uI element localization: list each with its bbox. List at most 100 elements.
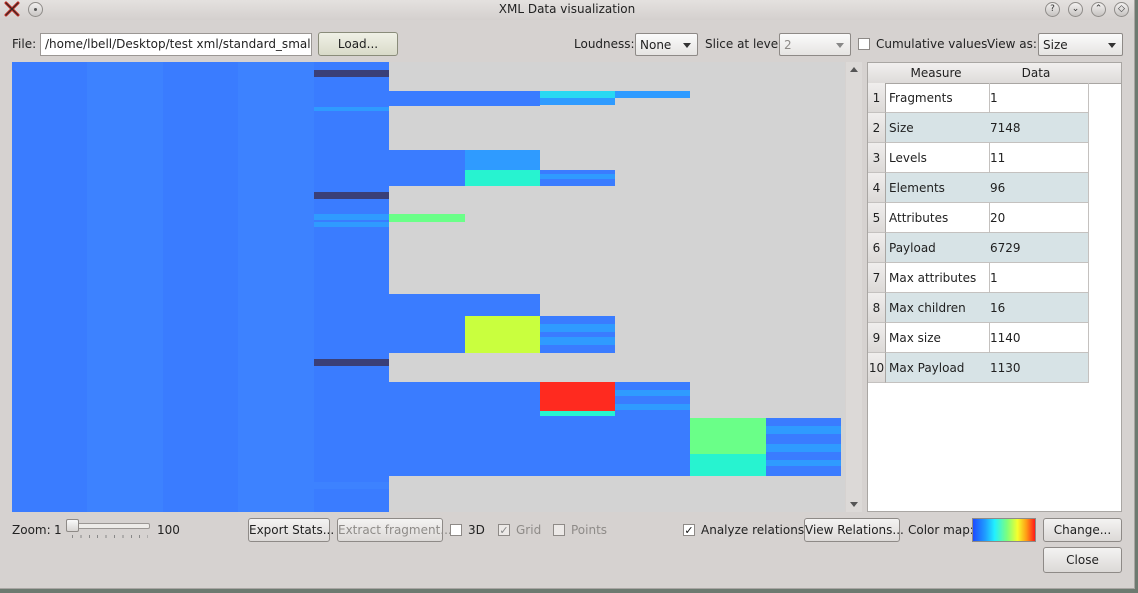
treemap-cell[interactable]: [766, 426, 841, 434]
data-cell[interactable]: 6729: [987, 233, 1089, 263]
treemap-cell[interactable]: [389, 214, 465, 222]
3d-checkbox[interactable]: [450, 524, 462, 536]
table-row[interactable]: 2 Size 7148: [868, 113, 1089, 143]
treemap-cell[interactable]: [766, 460, 841, 466]
row-number[interactable]: 2: [868, 113, 886, 143]
table-row[interactable]: 1 Fragments 1: [868, 83, 1089, 113]
treemap-cell[interactable]: [389, 382, 540, 416]
data-cell[interactable]: 96: [987, 173, 1089, 203]
treemap-cell[interactable]: [465, 170, 540, 186]
treemap-cell[interactable]: [540, 337, 615, 345]
table-row[interactable]: 10 Max Payload 1130: [868, 353, 1089, 383]
data-cell[interactable]: 20: [987, 203, 1089, 233]
row-number[interactable]: 8: [868, 293, 886, 323]
data-cell[interactable]: 1: [987, 263, 1089, 293]
extract-fragment-button[interactable]: Extract fragment...: [337, 518, 452, 542]
cumulative-checkbox[interactable]: [858, 38, 870, 50]
maximize-icon[interactable]: ⌃: [1091, 2, 1106, 17]
change-colormap-button[interactable]: Change...: [1043, 518, 1122, 542]
table-row[interactable]: 8 Max children 16: [868, 293, 1089, 323]
export-stats-button[interactable]: Export Stats...: [248, 518, 334, 542]
zoom-slider[interactable]: [68, 523, 150, 529]
treemap-cell[interactable]: [540, 98, 615, 105]
treemap-cell[interactable]: [690, 454, 766, 476]
restore-icon[interactable]: ◇: [1114, 2, 1129, 17]
data-cell[interactable]: 1: [987, 83, 1089, 113]
treemap-cell[interactable]: [314, 192, 389, 199]
data-cell[interactable]: 7148: [987, 113, 1089, 143]
data-cell[interactable]: 1130: [987, 353, 1089, 383]
treemap-cell[interactable]: [314, 77, 389, 92]
measure-cell[interactable]: Max children: [886, 293, 990, 323]
treemap-cell[interactable]: [540, 316, 615, 353]
treemap-cell[interactable]: [465, 316, 540, 353]
treemap-cell[interactable]: [465, 294, 540, 316]
measure-cell[interactable]: Max attributes: [886, 263, 990, 293]
treemap-cell[interactable]: [615, 382, 690, 416]
minimize-icon[interactable]: ⌄: [1068, 2, 1083, 17]
column-header-measure[interactable]: Measure: [886, 66, 986, 80]
load-button[interactable]: Load...: [318, 32, 398, 56]
points-checkbox[interactable]: [553, 524, 565, 536]
treemap-cell[interactable]: [615, 404, 690, 410]
view-as-select[interactable]: Size: [1038, 33, 1123, 56]
grid-checkbox[interactable]: ✓: [498, 524, 510, 536]
row-number[interactable]: 7: [868, 263, 886, 293]
measure-cell[interactable]: Max Payload: [886, 353, 990, 383]
table-row[interactable]: 5 Attributes 20: [868, 203, 1089, 233]
table-row[interactable]: 7 Max attributes 1: [868, 263, 1089, 293]
treemap-cell[interactable]: [766, 444, 841, 452]
treemap-cell[interactable]: [615, 91, 690, 98]
treemap-cell[interactable]: [389, 150, 465, 186]
measure-cell[interactable]: Fragments: [886, 83, 990, 113]
table-row[interactable]: 4 Elements 96: [868, 173, 1089, 203]
table-row[interactable]: 6 Payload 6729: [868, 233, 1089, 263]
help-icon[interactable]: ?: [1045, 2, 1060, 17]
treemap-cell[interactable]: [389, 91, 540, 98]
treemap-cell[interactable]: [314, 222, 389, 227]
data-cell[interactable]: 1140: [987, 323, 1089, 353]
vertical-scrollbar[interactable]: [846, 62, 862, 512]
measure-cell[interactable]: Levels: [886, 143, 990, 173]
row-number[interactable]: 10: [868, 353, 886, 383]
treemap-cell[interactable]: [615, 390, 690, 396]
treemap-cell[interactable]: [314, 359, 389, 366]
treemap-cell[interactable]: [389, 416, 690, 476]
treemap-cell[interactable]: [540, 91, 615, 98]
treemap-cell[interactable]: [540, 324, 615, 332]
scroll-down-icon[interactable]: [850, 502, 858, 507]
close-button[interactable]: Close: [1043, 547, 1122, 573]
row-number[interactable]: 4: [868, 173, 886, 203]
analyze-relations-checkbox[interactable]: ✓: [683, 524, 695, 536]
data-cell[interactable]: 11: [987, 143, 1089, 173]
view-relations-button[interactable]: View Relations...: [804, 518, 904, 542]
treemap-cell[interactable]: [314, 214, 389, 220]
data-cell[interactable]: 16: [987, 293, 1089, 323]
measure-cell[interactable]: Elements: [886, 173, 990, 203]
slice-level-select[interactable]: 2: [779, 33, 851, 56]
treemap-cell[interactable]: [314, 62, 389, 512]
measure-cell[interactable]: Max size: [886, 323, 990, 353]
treemap-cell[interactable]: [314, 70, 389, 77]
row-number[interactable]: 6: [868, 233, 886, 263]
table-row[interactable]: 3 Levels 11: [868, 143, 1089, 173]
treemap-cell[interactable]: [540, 174, 615, 179]
file-path-field[interactable]: /home/lbell/Desktop/test xml/standard_sm…: [40, 33, 312, 56]
measure-cell[interactable]: Payload: [886, 233, 990, 263]
row-number[interactable]: 5: [868, 203, 886, 233]
treemap-cell[interactable]: [87, 62, 163, 512]
measure-cell[interactable]: Attributes: [886, 203, 990, 233]
row-number[interactable]: 1: [868, 83, 886, 113]
scroll-up-icon[interactable]: [850, 67, 858, 72]
treemap-cell[interactable]: [465, 150, 540, 170]
treemap-cell[interactable]: [314, 107, 389, 111]
treemap-cell[interactable]: [540, 382, 615, 411]
row-number[interactable]: 9: [868, 323, 886, 353]
treemap-cell[interactable]: [314, 482, 389, 489]
treemap-cell[interactable]: [314, 475, 389, 512]
zoom-slider-handle[interactable]: [66, 519, 79, 532]
treemap-cell[interactable]: [238, 62, 314, 512]
visualization-canvas[interactable]: [12, 62, 845, 512]
table-row[interactable]: 9 Max size 1140: [868, 323, 1089, 353]
measure-cell[interactable]: Size: [886, 113, 990, 143]
